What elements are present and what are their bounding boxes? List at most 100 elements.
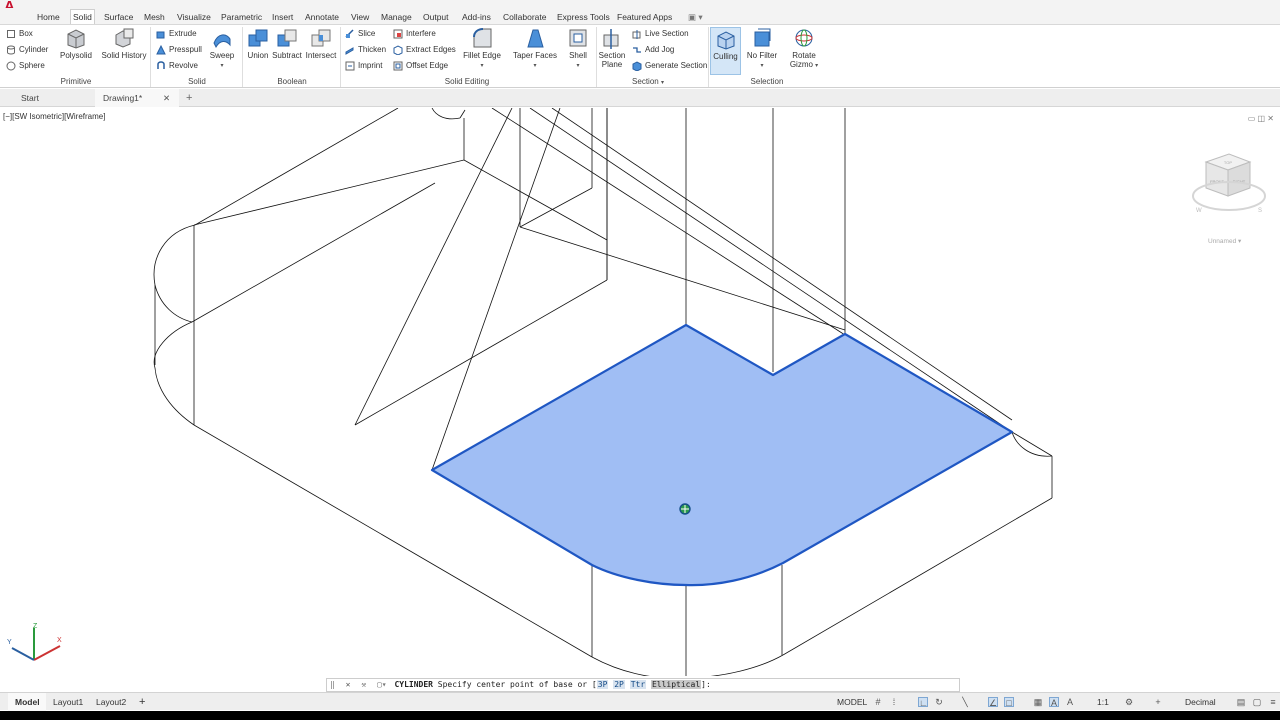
annotation-scale[interactable]: 1:1 — [1097, 693, 1117, 711]
imprint-button[interactable]: Imprint — [345, 59, 382, 73]
tab-parametric[interactable]: Parametric — [219, 10, 264, 24]
add-tab-button[interactable]: + — [186, 89, 200, 107]
gear-icon[interactable]: ⚙ — [1124, 697, 1134, 707]
ucs-icon: Z X Y — [7, 623, 62, 661]
selected-face[interactable] — [430, 323, 1014, 587]
object-snap-tracking-icon[interactable]: ∠ — [988, 697, 998, 708]
tab-insert[interactable]: Insert — [270, 10, 295, 24]
intersect-button[interactable]: Intersect — [304, 27, 338, 75]
layout-tab-layout2[interactable]: Layout2 — [96, 693, 132, 711]
tab-view[interactable]: View — [349, 10, 371, 24]
section-plane-button[interactable]: Section Plane — [598, 27, 626, 75]
option-ttr[interactable]: Ttr — [629, 680, 647, 689]
wrench-icon[interactable]: ⚒ — [358, 680, 369, 689]
option-elliptical[interactable]: Elliptical — [650, 680, 702, 689]
viewport-window-controls[interactable]: ▭ ◫ ✕ — [1248, 114, 1274, 123]
subtract-button[interactable]: Subtract — [271, 27, 303, 75]
polysolid-button[interactable]: Polysolid — [58, 27, 94, 75]
command-line[interactable]: ‖ ✕ ⚒ ▢▾ CYLINDER Specify center point o… — [326, 678, 960, 692]
customize-icon[interactable]: ▢ — [1252, 697, 1262, 707]
revolve-button[interactable]: Revolve — [156, 59, 198, 73]
grid-icon[interactable]: # — [873, 697, 883, 707]
quick-properties-icon[interactable]: ▤ — [1236, 697, 1246, 707]
menu-icon[interactable]: ≡ — [1268, 697, 1278, 707]
command-history-icon[interactable]: ▢▾ — [374, 680, 390, 689]
file-tab-start[interactable]: Start — [21, 89, 61, 107]
extract-edges-button[interactable]: Extract Edges — [393, 43, 456, 57]
taper-faces-button[interactable]: Taper Faces ▾ — [512, 27, 558, 75]
tab-annotate[interactable]: Annotate — [303, 10, 341, 24]
option-2p[interactable]: 2P — [613, 680, 625, 689]
revolve-label: Revolve — [169, 61, 198, 70]
sphere-label: Sphere — [19, 61, 45, 70]
polysolid-icon — [67, 29, 85, 49]
tab-output[interactable]: Output — [421, 10, 451, 24]
extrude-icon — [156, 31, 165, 39]
polar-tracking-icon[interactable]: ↻ — [934, 697, 944, 707]
tab-surface[interactable]: Surface — [102, 10, 135, 24]
thicken-button[interactable]: Thicken — [345, 43, 386, 57]
status-bar: Model Layout1 Layout2 + MODEL # ⁞ ∟ ↻ ╲ … — [0, 692, 1280, 711]
add-jog-button[interactable]: Add Jog — [632, 43, 674, 57]
sweep-button[interactable]: Sweep ▾ — [206, 27, 238, 75]
plus-icon[interactable]: + — [1153, 697, 1163, 707]
object-snap-icon[interactable]: □ — [1004, 697, 1014, 708]
interfere-button[interactable]: Interfere — [393, 27, 436, 41]
rotate-gizmo-button[interactable]: Rotate Gizmo ▾ — [786, 27, 822, 75]
ortho-icon[interactable]: ∟ — [918, 697, 928, 708]
close-icon[interactable]: ✕ — [343, 680, 354, 689]
fillet-edge-button[interactable]: Fillet Edge ▾ — [462, 27, 502, 75]
viewport-controls-label[interactable]: [−][SW Isometric][Wireframe] — [3, 112, 105, 121]
tab-featured-apps[interactable]: Featured Apps — [615, 10, 674, 24]
isodraft-icon[interactable]: ╲ — [960, 697, 970, 707]
solid-history-button[interactable]: Solid History — [99, 27, 149, 75]
tab-collaborate[interactable]: Collaborate — [501, 10, 548, 24]
tab-express-tools[interactable]: Express Tools — [555, 10, 612, 24]
tab-mesh[interactable]: Mesh — [142, 10, 167, 24]
panel-divider — [340, 27, 341, 87]
no-filter-button[interactable]: No Filter ▾ — [745, 27, 779, 75]
tab-visualize[interactable]: Visualize — [175, 10, 213, 24]
compass-west[interactable]: W — [1196, 208, 1202, 214]
layout-tab-model[interactable]: Model — [8, 693, 46, 711]
compass-south[interactable]: S — [1258, 208, 1262, 214]
offset-edge-icon — [393, 61, 403, 71]
auto-scale-icon[interactable]: A — [1065, 697, 1075, 707]
units-dropdown[interactable]: Decimal — [1185, 693, 1225, 711]
drawing-viewport[interactable]: Z X Y [−][SW Isometric][Wireframe] ▭ ◫ ✕… — [0, 108, 1280, 676]
fillet-edge-label: Fillet Edge — [463, 51, 501, 60]
generate-section-button[interactable]: Generate Section — [632, 59, 707, 73]
extrude-button[interactable]: Extrude — [156, 27, 197, 41]
panel-title-section[interactable]: Section ▾ — [625, 77, 671, 88]
wireframe-drawing[interactable]: Z X Y — [0, 108, 1280, 676]
sphere-button[interactable]: Sphere — [6, 59, 45, 73]
slice-button[interactable]: Slice — [345, 27, 375, 41]
viewcube[interactable]: TOP FRONT RIGHT W S — [1186, 150, 1272, 230]
panel-divider — [708, 27, 709, 87]
file-tab-drawing1[interactable]: Drawing1* ✕ — [95, 89, 179, 107]
ribbon-overflow-button[interactable]: ▣ ▾ — [686, 10, 705, 24]
live-section-button[interactable]: Live Section — [632, 27, 689, 41]
cylinder-button[interactable]: Cylinder — [6, 43, 48, 57]
tab-manage[interactable]: Manage — [379, 10, 414, 24]
offset-edge-button[interactable]: Offset Edge — [393, 59, 448, 73]
wcs-menu[interactable]: Unnamed ▾ — [1208, 237, 1241, 245]
layout-tab-layout1[interactable]: Layout1 — [53, 693, 89, 711]
annotation-visibility-icon[interactable]: A — [1049, 697, 1059, 708]
presspull-button[interactable]: Presspull — [156, 43, 202, 57]
viewcube-top-face[interactable]: TOP — [1224, 160, 1232, 165]
add-layout-button[interactable]: + — [139, 693, 149, 711]
box-button[interactable]: Box — [6, 27, 33, 41]
transparency-icon[interactable]: ▦ — [1033, 697, 1043, 707]
command-line-grip[interactable]: ‖ — [327, 680, 338, 689]
tab-add-ins[interactable]: Add-ins — [460, 10, 493, 24]
tab-solid[interactable]: Solid — [70, 9, 95, 24]
union-button[interactable]: Union — [244, 27, 272, 75]
close-icon[interactable]: ✕ — [163, 89, 170, 107]
culling-button[interactable]: Culling — [710, 27, 741, 75]
option-3p[interactable]: 3P — [596, 680, 609, 689]
model-space-toggle[interactable]: MODEL — [837, 693, 871, 711]
snap-mode-icon[interactable]: ⁞ — [889, 697, 899, 707]
tab-home[interactable]: Home — [35, 10, 62, 24]
shell-button[interactable]: Shell ▾ — [564, 27, 592, 75]
